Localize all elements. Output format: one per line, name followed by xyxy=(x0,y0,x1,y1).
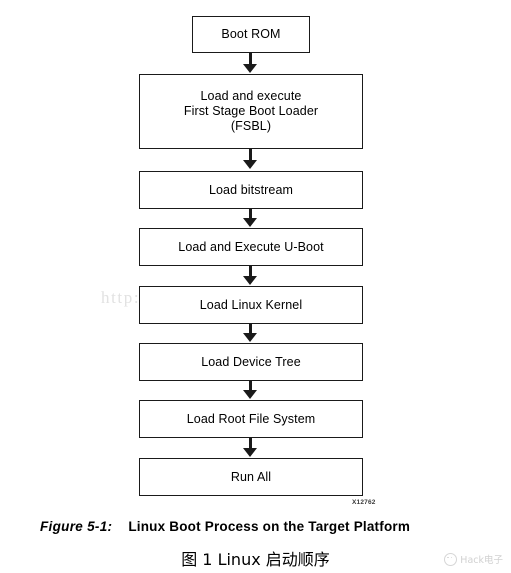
arrowhead-icon xyxy=(243,390,257,399)
flow-node-label: Boot ROM xyxy=(221,27,281,41)
wechat-account-badge: Hack电子 xyxy=(444,552,503,566)
boot-process-flowchart: http://blog.csdn.net/zhaoxinfan Boot ROM… xyxy=(0,0,511,515)
flow-node-label: Run All xyxy=(230,469,272,484)
flow-node-label: Load Linux Kernel xyxy=(199,297,303,312)
flow-node-label: Load and execute First Stage Boot Loader… xyxy=(183,89,319,133)
flow-node-root-file-system: Load Root File System xyxy=(139,400,363,438)
arrowhead-icon xyxy=(243,448,257,457)
flow-node-label: Load Root File System xyxy=(186,411,316,426)
wechat-icon xyxy=(444,552,458,566)
flow-node-device-tree: Load Device Tree xyxy=(139,343,363,381)
flow-node-fsbl: Load and execute First Stage Boot Loader… xyxy=(139,74,363,149)
chinese-caption: 图 1 Linux 启动顺序 xyxy=(181,550,330,569)
arrowhead-icon xyxy=(243,333,257,342)
figure-id-code: X12762 xyxy=(352,499,376,506)
flow-node-label: Load and Execute U-Boot xyxy=(178,239,324,254)
flow-node-linux-kernel: Load Linux Kernel xyxy=(139,286,363,324)
arrowhead-icon xyxy=(243,160,257,169)
flow-node-bitstream: Load bitstream xyxy=(139,171,363,209)
arrowhead-icon xyxy=(243,64,257,73)
wechat-account-label: Hack电子 xyxy=(460,555,503,566)
figure-title: Linux Boot Process on the Target Platfor… xyxy=(128,519,411,534)
arrowhead-icon xyxy=(243,218,257,227)
arrowhead-icon xyxy=(243,276,257,285)
flow-node-label: Load bitstream xyxy=(208,182,294,197)
figure-caption: Figure 5-1: Linux Boot Process on the Tar… xyxy=(40,519,480,534)
flow-node-uboot: Load and Execute U-Boot xyxy=(139,228,363,266)
flow-node-boot-rom: Boot ROM xyxy=(192,16,310,53)
figure-number: Figure 5-1: xyxy=(40,519,113,534)
flow-node-run-all: Run All xyxy=(139,458,363,496)
flow-node-label: Load Device Tree xyxy=(201,354,301,369)
